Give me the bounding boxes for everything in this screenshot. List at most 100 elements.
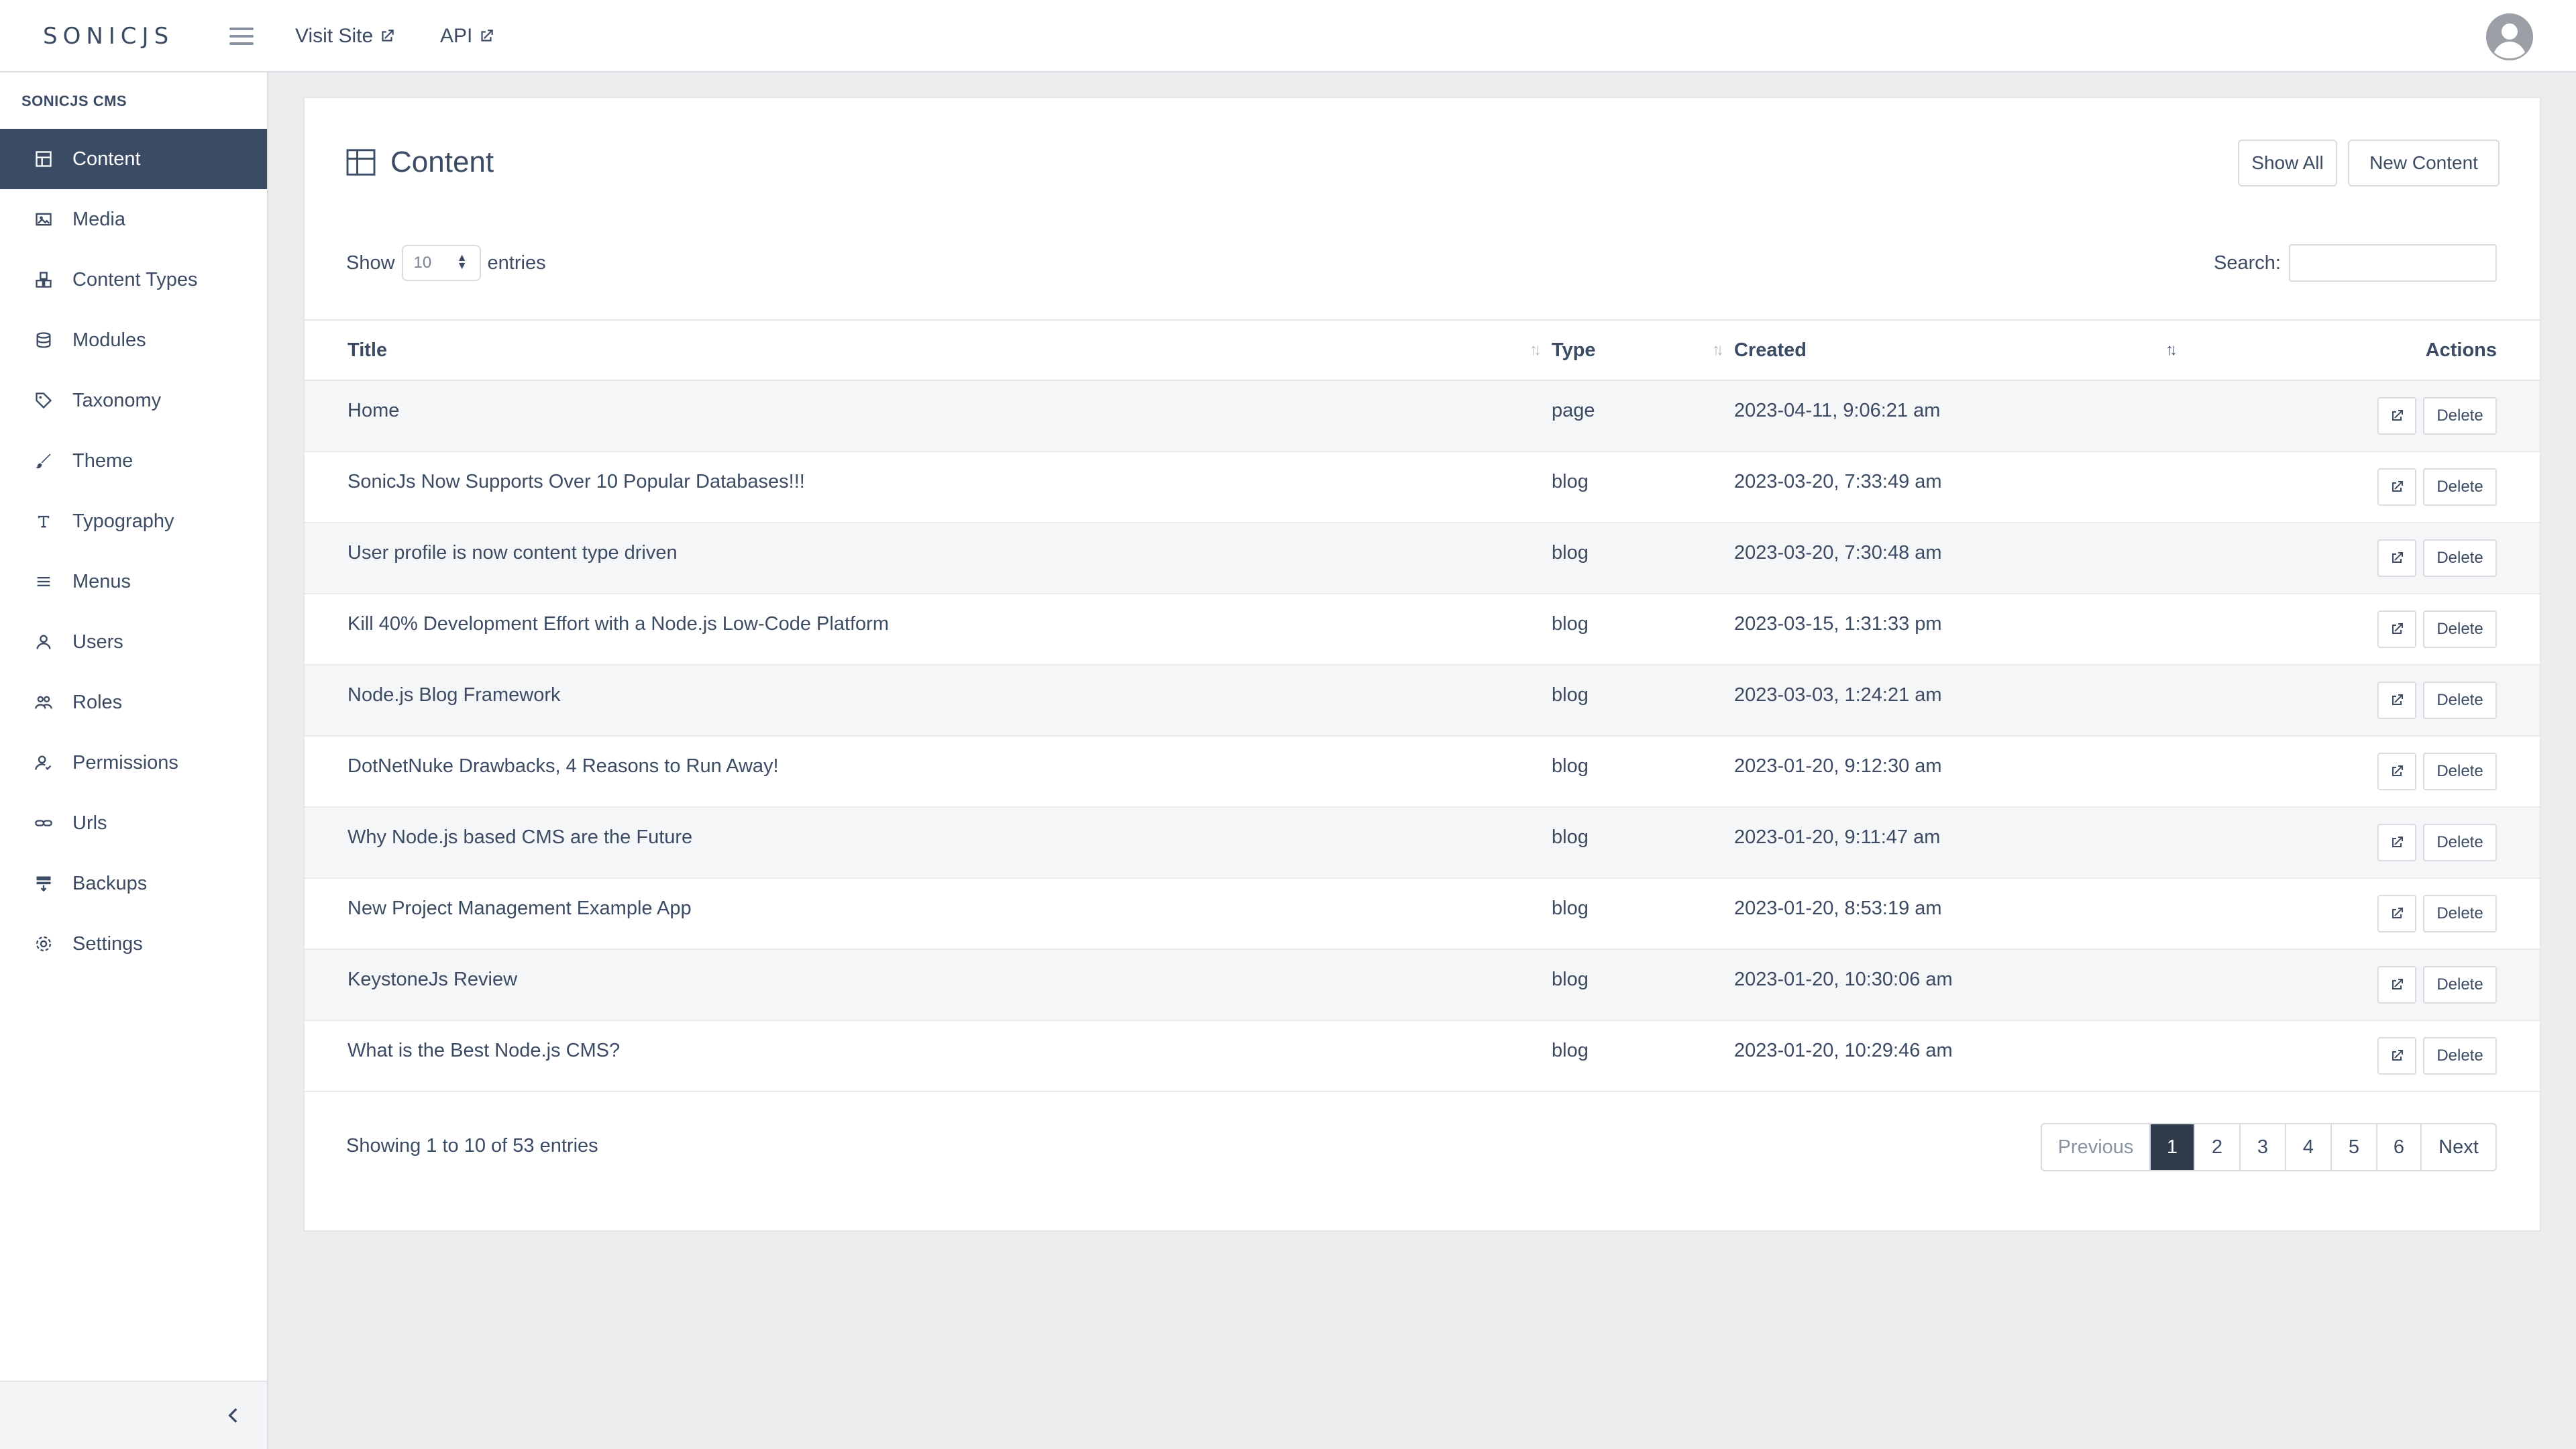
- pagination-page-3[interactable]: 3: [2241, 1124, 2286, 1170]
- sidebar-item-label: Users: [72, 631, 123, 653]
- sidebar-item-settings[interactable]: Settings: [0, 914, 267, 974]
- delete-button[interactable]: Delete: [2423, 682, 2497, 719]
- brush-icon: [34, 451, 54, 471]
- open-external-link-icon[interactable]: [2377, 895, 2416, 932]
- sidebar-item-urls[interactable]: Urls: [0, 793, 267, 853]
- row-type: blog: [1551, 949, 1733, 1021]
- open-external-link-icon[interactable]: [2377, 966, 2416, 1004]
- row-type: blog: [1551, 523, 1733, 594]
- open-external-link-icon[interactable]: [2377, 539, 2416, 577]
- collapse-sidebar-chevron-left-icon[interactable]: [220, 1402, 247, 1429]
- row-type: blog: [1551, 665, 1733, 737]
- delete-button[interactable]: Delete: [2423, 397, 2497, 435]
- hamburger-menu-icon[interactable]: [228, 23, 255, 50]
- sonicjs-logo[interactable]: SONICJS: [43, 20, 174, 52]
- delete-button[interactable]: Delete: [2423, 468, 2497, 506]
- open-external-link-icon[interactable]: [2377, 753, 2416, 790]
- sort-descending-icon: ↑↓: [2165, 341, 2178, 359]
- row-title[interactable]: Why Node.js based CMS are the Future: [305, 807, 1551, 879]
- sidebar-item-typography[interactable]: Typography: [0, 491, 267, 551]
- row-title[interactable]: User profile is now content type driven: [305, 523, 1551, 594]
- row-title[interactable]: New Project Management Example App: [305, 878, 1551, 950]
- pagination-page-4[interactable]: 4: [2286, 1124, 2332, 1170]
- sidebar-item-label: Modules: [72, 329, 146, 351]
- table-row: KeystoneJs Review blog 2023-01-20, 10:30…: [305, 949, 2540, 1021]
- external-link-icon: [481, 30, 494, 42]
- sidebar-item-content[interactable]: Content: [0, 129, 267, 189]
- sidebar-item-roles[interactable]: Roles: [0, 672, 267, 733]
- delete-button[interactable]: Delete: [2423, 895, 2497, 932]
- pagination-page-6[interactable]: 6: [2377, 1124, 2422, 1170]
- sidebar-item-menus[interactable]: Menus: [0, 551, 267, 612]
- column-header-created[interactable]: Created ↑↓: [1733, 319, 2178, 381]
- image-icon: [34, 209, 54, 229]
- row-type: blog: [1551, 1020, 1733, 1092]
- row-title[interactable]: SonicJs Now Supports Over 10 Popular Dat…: [305, 451, 1551, 523]
- sidebar-item-theme[interactable]: Theme: [0, 431, 267, 491]
- sidebar-item-taxonomy[interactable]: Taxonomy: [0, 370, 267, 431]
- delete-button[interactable]: Delete: [2423, 824, 2497, 861]
- show-label: Show: [346, 252, 395, 274]
- row-title[interactable]: Kill 40% Development Effort with a Node.…: [305, 594, 1551, 665]
- table-row: Kill 40% Development Effort with a Node.…: [305, 594, 2540, 665]
- page-title: Content: [346, 142, 494, 182]
- gear-icon: [34, 934, 54, 954]
- pagination-page-1[interactable]: 1: [2151, 1124, 2195, 1170]
- search-input[interactable]: [2289, 244, 2497, 282]
- sidebar-item-label: Content: [72, 148, 141, 170]
- new-content-button[interactable]: New Content: [2348, 140, 2500, 186]
- sidebar-item-label: Media: [72, 208, 125, 230]
- table-row: DotNetNuke Drawbacks, 4 Reasons to Run A…: [305, 736, 2540, 808]
- open-external-link-icon[interactable]: [2377, 1037, 2416, 1075]
- pagination-next[interactable]: Next: [2422, 1124, 2496, 1170]
- column-header-title[interactable]: Title ↑↓: [305, 319, 1551, 381]
- visit-site-link[interactable]: Visit Site: [295, 23, 396, 50]
- row-title[interactable]: What is the Best Node.js CMS?: [305, 1020, 1551, 1092]
- show-all-button[interactable]: Show All: [2238, 140, 2337, 186]
- sidebar-item-users[interactable]: Users: [0, 612, 267, 672]
- pagination-previous[interactable]: Previous: [2042, 1124, 2151, 1170]
- sidebar-item-backups[interactable]: Backups: [0, 853, 267, 914]
- delete-button[interactable]: Delete: [2423, 1037, 2497, 1075]
- row-title[interactable]: DotNetNuke Drawbacks, 4 Reasons to Run A…: [305, 736, 1551, 808]
- row-created: 2023-03-15, 1:31:33 pm: [1733, 594, 2176, 665]
- open-external-link-icon[interactable]: [2377, 397, 2416, 435]
- open-external-link-icon[interactable]: [2377, 682, 2416, 719]
- table-row: User profile is now content type driven …: [305, 523, 2540, 594]
- table-header-row: Title ↑↓ Type ↑↓ Created ↑↓ Actions: [305, 319, 2540, 381]
- table-row: What is the Best Node.js CMS? blog 2023-…: [305, 1020, 2540, 1092]
- user-avatar-icon[interactable]: [2486, 13, 2533, 60]
- pagination-page-5[interactable]: 5: [2332, 1124, 2377, 1170]
- row-created: 2023-03-20, 7:30:48 am: [1733, 523, 2176, 594]
- delete-button[interactable]: Delete: [2423, 610, 2497, 648]
- user-icon: [34, 632, 54, 652]
- list-icon: [34, 572, 54, 592]
- sidebar-item-permissions[interactable]: Permissions: [0, 733, 267, 793]
- open-external-link-icon[interactable]: [2377, 468, 2416, 506]
- sidebar-item-label: Roles: [72, 691, 123, 713]
- open-external-link-icon[interactable]: [2377, 824, 2416, 861]
- sidebar-item-modules[interactable]: Modules: [0, 310, 267, 370]
- row-type: blog: [1551, 451, 1733, 523]
- sidebar-item-content-types[interactable]: Content Types: [0, 250, 267, 310]
- delete-button[interactable]: Delete: [2423, 966, 2497, 1004]
- delete-button[interactable]: Delete: [2423, 539, 2497, 577]
- open-external-link-icon[interactable]: [2377, 610, 2416, 648]
- sidebar-item-label: Settings: [72, 932, 143, 955]
- pagination-page-2[interactable]: 2: [2195, 1124, 2241, 1170]
- row-created: 2023-01-20, 9:11:47 am: [1733, 807, 2176, 879]
- api-link[interactable]: API: [440, 23, 495, 50]
- sidebar-item-label: Taxonomy: [72, 389, 162, 411]
- delete-button[interactable]: Delete: [2423, 753, 2497, 790]
- row-title[interactable]: Home: [305, 380, 1551, 452]
- row-created: 2023-04-11, 9:06:21 am: [1733, 380, 2176, 452]
- sidebar-footer: [0, 1381, 267, 1449]
- page-size-select[interactable]: 10 ▲ ▼: [401, 245, 481, 281]
- row-title[interactable]: KeystoneJs Review: [305, 949, 1551, 1021]
- row-title[interactable]: Node.js Blog Framework: [305, 665, 1551, 737]
- sort-icon: ↑↓: [1529, 341, 1542, 359]
- sidebar-item-media[interactable]: Media: [0, 189, 267, 250]
- table-row: Node.js Blog Framework blog 2023-03-03, …: [305, 665, 2540, 737]
- column-header-type[interactable]: Type ↑↓: [1551, 319, 1733, 381]
- select-arrows-icon: ▲ ▼: [456, 252, 468, 272]
